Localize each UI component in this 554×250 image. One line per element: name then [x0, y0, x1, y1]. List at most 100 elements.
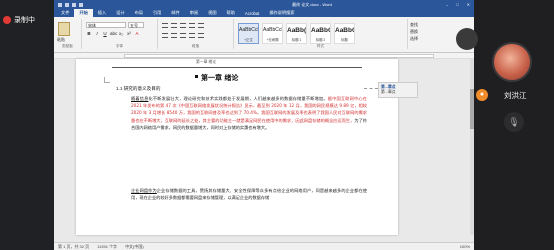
- title-bar: 最终 论文.docx - Word – □ ✕: [54, 0, 474, 9]
- close-icon[interactable]: ✕: [467, 2, 470, 7]
- tab-references[interactable]: 引用: [148, 9, 166, 17]
- align-left-icon[interactable]: [162, 33, 168, 38]
- section-heading: 1.1 研究的意义及目的: [116, 86, 161, 91]
- participant-name-chip: ● 刘洪江: [474, 88, 527, 102]
- word-count[interactable]: 11391 个字: [97, 244, 117, 250]
- header-rule: [112, 67, 362, 68]
- screen: 录制中 最终 论文.docx - Word – □ ✕ 文件 开始 插入 设计: [0, 0, 554, 250]
- word-window: 最终 论文.docx - Word – □ ✕ 文件 开始 插入 设计 布局 引…: [54, 0, 474, 250]
- minimize-icon[interactable]: –: [446, 2, 448, 7]
- subscript-button[interactable]: x₂: [118, 31, 124, 36]
- participant-avatar: [492, 42, 532, 82]
- multilevel-list-icon[interactable]: [180, 23, 186, 28]
- ribbon-home: 粘贴 剪贴板 宋体 五号 B I U abc x₂ x² A 字体 段落 AaB…: [54, 17, 474, 53]
- status-bar: 第 1 页，共 32 页 11391 个字 中文(中国) 100%: [54, 242, 474, 250]
- style-title[interactable]: AaBbC 标题: [334, 23, 355, 44]
- mic-muted-icon[interactable]: 🎙: [504, 112, 524, 132]
- ribbon-tabs: 文件 开始 插入 设计 布局 引用 邮件 审阅 视图 帮助 Acrobat 操作…: [54, 9, 474, 17]
- autosave-icon[interactable]: [58, 2, 62, 7]
- para1-text-a: 化不断发展壮大，理论研究和技术实践都处于发展期，人们越来越多的数据存储量不断增加…: [148, 96, 328, 101]
- select-button[interactable]: 选择: [410, 35, 460, 42]
- paragraph-1: 随着信息化不断发展壮大，理论研究和技术实践都处于发展期，人们越来越多的数据存储量…: [131, 95, 367, 131]
- font-name-select[interactable]: 宋体: [86, 22, 126, 28]
- format-buttons: B I U abc x₂ x² A: [86, 31, 140, 36]
- editing-group: 查找 替换 选择: [410, 21, 460, 42]
- underline-button[interactable]: U: [102, 31, 108, 36]
- decrease-indent-icon[interactable]: [189, 23, 195, 28]
- tab-mailings[interactable]: 邮件: [166, 9, 184, 17]
- user-icon: ●: [476, 89, 488, 101]
- bold-button[interactable]: B: [86, 31, 92, 36]
- tab-home[interactable]: 开始: [74, 9, 93, 17]
- font-color-button[interactable]: A: [134, 31, 140, 36]
- comment-balloon[interactable]: 第...章点 第...章点: [378, 82, 418, 98]
- record-dot-icon: [3, 16, 11, 24]
- tab-file[interactable]: 文件: [56, 9, 74, 17]
- paste-button[interactable]: 粘贴: [57, 37, 65, 43]
- superscript-button[interactable]: x²: [126, 31, 132, 36]
- style-heading-1[interactable]: AaBb( 标题 1: [286, 23, 307, 44]
- italic-button[interactable]: I: [94, 31, 100, 36]
- video-call-panel: ● 刘洪江 🎙: [456, 0, 554, 250]
- document-title: 最终 论文.docx - Word: [292, 1, 332, 7]
- tab-design[interactable]: 设计: [111, 9, 129, 17]
- paragraph-2: 企业网盘作为企业存储数据的工具，赞扬其存储量大、安全性保障等众多有点给企业的网络…: [131, 187, 367, 201]
- find-button[interactable]: 查找: [410, 21, 460, 28]
- tab-layout[interactable]: 布局: [130, 9, 148, 17]
- language-indicator[interactable]: 中文(中国): [125, 244, 144, 250]
- quick-access-toolbar: [58, 2, 178, 7]
- strikethrough-button[interactable]: abc: [110, 31, 117, 36]
- tab-view[interactable]: 视图: [203, 9, 221, 17]
- zoom-level[interactable]: 100%: [460, 244, 470, 249]
- paragraph-group-label: 段落: [191, 44, 200, 48]
- style-normal[interactable]: AaBbCcDc +正文: [238, 23, 259, 44]
- save-icon[interactable]: [65, 2, 69, 7]
- recording-indicator[interactable]: 录制中: [0, 12, 35, 28]
- increase-indent-icon[interactable]: [198, 23, 204, 28]
- style-no-spacing[interactable]: AaBbCcDc +无间隔: [262, 23, 283, 44]
- window-controls: – □ ✕: [446, 2, 470, 7]
- document-page[interactable]: 第一章 绪论 第一章 绪论 1.1 研究的意义及目的 随着信息化不断发展壮大，理…: [76, 59, 418, 235]
- paragraph-group: 段落: [158, 19, 234, 49]
- para2-lead: 企业网盘作为: [131, 188, 157, 193]
- paste-icon[interactable]: [58, 22, 70, 36]
- replace-button[interactable]: 替换: [410, 28, 460, 35]
- chapter-heading: 第一章 绪论: [194, 74, 239, 82]
- tab-insert[interactable]: 插入: [93, 9, 111, 17]
- align-right-icon[interactable]: [180, 33, 186, 38]
- tell-me-search[interactable]: 操作说明搜索: [264, 9, 299, 17]
- style-heading-2[interactable]: AaBbC 标题 2: [310, 23, 331, 44]
- font-group: 宋体 五号 B I U abc x₂ x² A 字体: [82, 19, 158, 49]
- para1-lead: 随着信息: [131, 96, 149, 101]
- tab-review[interactable]: 审阅: [185, 9, 203, 17]
- line-spacing-icon[interactable]: [198, 33, 204, 38]
- para2-text: 企业存储数据的工具，赞扬其存储量大、安全性保障等众多有点给企业的网络用户，同是越…: [131, 188, 367, 201]
- tab-acrobat[interactable]: Acrobat: [240, 10, 264, 17]
- margin-corner-mark: [104, 77, 110, 83]
- align-buttons: [162, 33, 204, 38]
- comment-connector: [364, 88, 378, 89]
- comment-text: 第...章点: [381, 90, 396, 94]
- numbering-icon[interactable]: [171, 23, 177, 28]
- styles-group: AaBbCcDc +正文 AaBbCcDc +无间隔 AaBb( 标题 1 Aa…: [234, 19, 408, 49]
- maximize-icon[interactable]: □: [456, 2, 458, 7]
- undo-icon[interactable]: [72, 2, 76, 7]
- page-header: 第一章 绪论: [196, 60, 217, 64]
- camera-toggle-button[interactable]: [456, 28, 478, 50]
- clipboard-group: 粘贴 剪贴板: [54, 19, 82, 49]
- redo-icon[interactable]: [79, 2, 83, 7]
- recording-label: 录制中: [14, 17, 35, 24]
- align-center-icon[interactable]: [171, 33, 177, 38]
- styles-group-label: 样式: [316, 44, 325, 48]
- justify-icon[interactable]: [189, 33, 195, 38]
- bullets-icon[interactable]: [162, 23, 168, 28]
- list-buttons: [162, 23, 204, 28]
- document-canvas: 第一章 绪论 第一章 绪论 1.1 研究的意义及目的 随着信息化不断发展壮大，理…: [54, 59, 474, 235]
- page-count[interactable]: 第 1 页，共 32 页: [58, 244, 89, 250]
- font-size-select[interactable]: 五号: [128, 22, 144, 28]
- clipboard-group-label: 剪贴板: [62, 44, 73, 48]
- font-group-label: 字体: [115, 44, 124, 48]
- ruler-track: [124, 54, 434, 58]
- participant-name: 刘洪江: [504, 90, 527, 100]
- tab-help[interactable]: 帮助: [222, 9, 240, 17]
